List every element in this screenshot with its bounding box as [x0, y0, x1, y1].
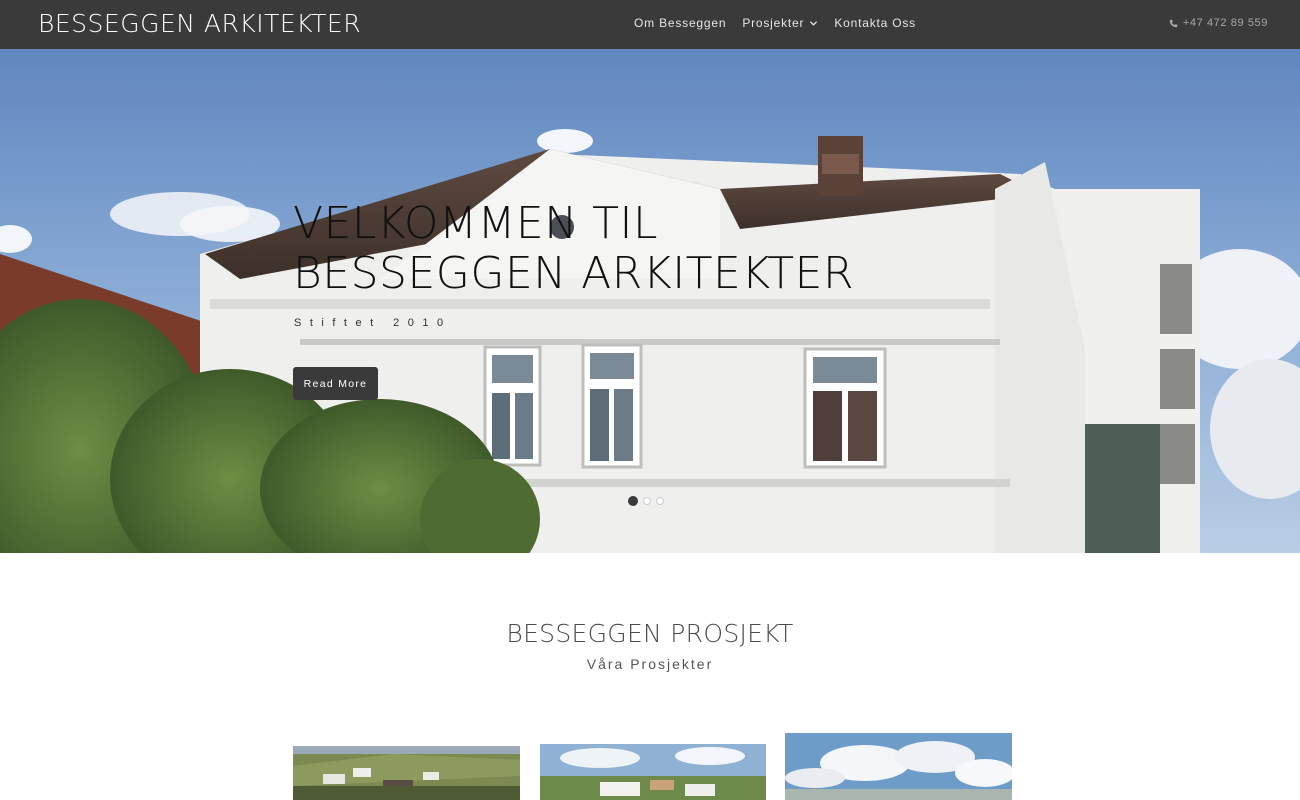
phone-number: +47 472 89 559 [1182, 17, 1268, 29]
phone-link[interactable]: +47 472 89 559 [1169, 17, 1268, 29]
project-image-2 [540, 744, 766, 800]
phone-icon [1169, 19, 1178, 27]
top-navbar: BESSEGGEN ARKITEKTER Om Besseggen Prosje… [0, 0, 1300, 49]
projects-section-title: BESSEGGEN PROSJEKT [506, 619, 794, 648]
chevron-down-icon [810, 20, 818, 26]
slider-dot-2[interactable] [643, 497, 651, 505]
project-thumbnail-3[interactable] [785, 733, 1012, 800]
main-nav: Om Besseggen Prosjekter Kontakta Oss [634, 16, 916, 30]
slider-dots [628, 496, 664, 506]
hero-background-image [0, 49, 1300, 553]
slider-dot-1[interactable] [628, 496, 638, 506]
project-thumbnail-1[interactable] [293, 746, 520, 800]
project-image-1 [293, 746, 520, 800]
slider-dot-3[interactable] [656, 497, 664, 505]
projects-section-subtitle: Våra Prosjekter [586, 656, 714, 672]
project-image-3 [785, 733, 1012, 800]
nav-item-prosjekter-label: Prosjekter [742, 16, 805, 30]
nav-item-om-besseggen[interactable]: Om Besseggen [634, 16, 726, 30]
project-thumbnail-2[interactable] [540, 744, 766, 800]
read-more-button[interactable]: Read More [293, 367, 378, 400]
nav-item-kontakta-oss[interactable]: Kontakta Oss [834, 16, 916, 30]
hero-subtitle: Stiftet 2010 [294, 317, 452, 329]
hero-title: VELKOMMEN TIL BESSEGGEN ARKITEKTER [293, 198, 855, 299]
hero-slider: VELKOMMEN TIL BESSEGGEN ARKITEKTER Stift… [0, 49, 1300, 553]
brand-logo-link[interactable]: BESSEGGEN ARKITEKTER [38, 9, 361, 38]
nav-item-prosjekter[interactable]: Prosjekter [742, 16, 818, 30]
